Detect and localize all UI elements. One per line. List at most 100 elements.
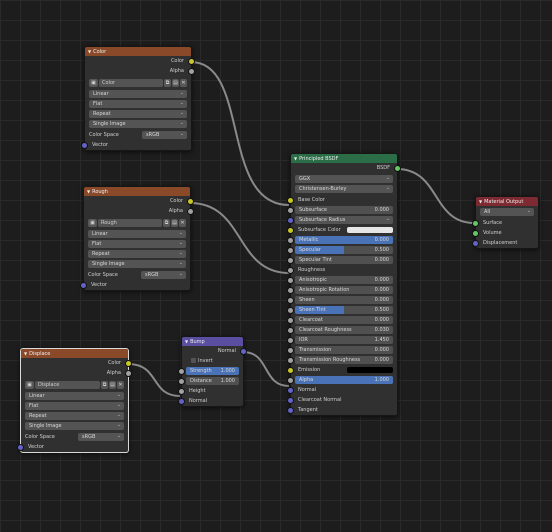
triangle-down-icon[interactable]: ▼ [24, 349, 27, 358]
distance-field[interactable]: Distance 1.000 [186, 377, 239, 385]
interpolation-dropdown[interactable]: Linear [25, 392, 124, 400]
metallic-slider[interactable]: Metallic 0.000 [295, 236, 393, 244]
node-header[interactable]: ▼ Color [85, 47, 191, 56]
input-socket-strength[interactable] [178, 368, 185, 375]
source-dropdown[interactable]: Single Image [88, 260, 186, 268]
input-socket-transmission[interactable] [287, 347, 294, 354]
input-socket-clearcoat[interactable] [287, 317, 294, 324]
image-texture-node-displace[interactable]: ▼ Displace Color Alpha ▣ Displace ⧉ ▤ ✕ L… [17, 348, 132, 453]
output-socket-normal[interactable] [240, 348, 247, 355]
image-name-field[interactable]: Color [99, 79, 163, 87]
subsurface-radius-dropdown[interactable]: Subsurface Radius [295, 216, 393, 224]
triangle-down-icon[interactable]: ▼ [87, 187, 90, 196]
node-header[interactable]: ▼ Material Output [476, 197, 538, 206]
input-socket-emission[interactable] [287, 367, 294, 374]
input-socket-specular[interactable] [287, 247, 294, 254]
input-socket-transmission-roughness[interactable] [287, 357, 294, 364]
subsurface-method-dropdown[interactable]: Christensen-Burley [295, 185, 393, 193]
transmission-field[interactable]: Transmission 0.000 [295, 346, 393, 354]
distribution-dropdown[interactable]: GGX [295, 175, 393, 183]
specular-slider[interactable]: Specular 0.500 [295, 246, 393, 254]
subsurface-color-swatch[interactable] [347, 227, 393, 233]
material-output-node[interactable]: ▼Material Output All Surface Volume Disp… [472, 196, 539, 249]
input-socket-sheen[interactable] [287, 297, 294, 304]
extension-dropdown[interactable]: Repeat [25, 412, 124, 420]
input-socket-subsurface-color[interactable] [287, 227, 294, 234]
input-socket-height[interactable] [178, 388, 185, 395]
input-socket-ior[interactable] [287, 337, 294, 344]
input-socket-subsurface-radius[interactable] [287, 217, 294, 224]
transmission-roughness-field[interactable]: Transmission Roughness 0.000 [295, 356, 393, 364]
color-space-dropdown[interactable]: sRGB [142, 131, 187, 139]
node-header[interactable]: ▼ Displace [21, 349, 128, 358]
folder-icon[interactable]: ▤ [109, 381, 116, 389]
output-socket-bsdf[interactable] [394, 165, 401, 172]
source-dropdown[interactable]: Single Image [89, 120, 187, 128]
input-socket-specular-tint[interactable] [287, 257, 294, 264]
node-header[interactable]: ▼ Bump [182, 337, 243, 346]
image-name-field[interactable]: Rough [98, 219, 162, 227]
triangle-down-icon[interactable]: ▼ [294, 154, 297, 163]
ior-field[interactable]: IOR 1.450 [295, 336, 393, 344]
output-socket-alpha[interactable] [187, 208, 194, 215]
duplicate-icon[interactable]: ⧉ [164, 79, 171, 87]
triangle-down-icon[interactable]: ▼ [185, 337, 188, 346]
close-icon[interactable]: ✕ [117, 381, 124, 389]
target-dropdown[interactable]: All [480, 208, 534, 216]
input-socket-subsurface[interactable] [287, 207, 294, 214]
input-socket-normal[interactable] [287, 387, 294, 394]
subsurface-field[interactable]: Subsurface 0.000 [295, 206, 393, 214]
image-name-field[interactable]: Displace [35, 381, 100, 389]
alpha-slider[interactable]: Alpha 1.000 [295, 376, 393, 384]
projection-dropdown[interactable]: Flat [89, 100, 187, 108]
input-socket-clearcoat-normal[interactable] [287, 397, 294, 404]
color-space-dropdown[interactable]: sRGB [141, 271, 186, 279]
input-socket-normal[interactable] [178, 398, 185, 405]
input-socket-vector[interactable] [17, 444, 24, 451]
emission-color-swatch[interactable] [347, 367, 393, 373]
clearcoat-roughness-field[interactable]: Clearcoat Roughness 0.030 [295, 326, 393, 334]
input-socket-surface[interactable] [472, 220, 479, 227]
input-socket-clearcoat-roughness[interactable] [287, 327, 294, 334]
input-socket-roughness[interactable] [287, 267, 294, 274]
checkbox-box[interactable] [191, 358, 196, 363]
interpolation-dropdown[interactable]: Linear [89, 90, 187, 98]
source-dropdown[interactable]: Single Image [25, 422, 124, 430]
input-socket-anisotropic[interactable] [287, 277, 294, 284]
interpolation-dropdown[interactable]: Linear [88, 230, 186, 238]
input-socket-tangent[interactable] [287, 407, 294, 414]
output-socket-color[interactable] [188, 58, 195, 65]
duplicate-icon[interactable]: ⧉ [163, 219, 170, 227]
color-space-dropdown[interactable]: sRGB [78, 433, 124, 441]
image-icon[interactable]: ▣ [88, 219, 97, 227]
output-socket-alpha[interactable] [188, 68, 195, 75]
input-socket-base-color[interactable] [287, 197, 294, 204]
input-socket-vector[interactable] [81, 142, 88, 149]
output-socket-color[interactable] [125, 360, 132, 367]
principled-bsdf-node[interactable]: ▼Principled BSDF BSDF GGX Christensen-Bu… [287, 153, 401, 416]
invert-checkbox[interactable]: Invert [182, 356, 243, 366]
bump-node[interactable]: ▼ Bump Normal Invert Strength 1.000 Distan… [178, 336, 247, 407]
input-socket-metallic[interactable] [287, 237, 294, 244]
image-icon[interactable]: ▣ [89, 79, 98, 87]
triangle-down-icon[interactable]: ▼ [88, 47, 91, 56]
specular-tint-field[interactable]: Specular Tint 0.000 [295, 256, 393, 264]
input-socket-sheen-tint[interactable] [287, 307, 294, 314]
folder-icon[interactable]: ▤ [171, 219, 178, 227]
output-socket-alpha[interactable] [125, 370, 132, 377]
sheen-tint-slider[interactable]: Sheen Tint 0.500 [295, 306, 393, 314]
input-socket-vector[interactable] [80, 282, 87, 289]
input-socket-alpha[interactable] [287, 377, 294, 384]
folder-icon[interactable]: ▤ [172, 79, 179, 87]
anisotropic-rotation-field[interactable]: Anisotropic Rotation 0.000 [295, 286, 393, 294]
output-socket-color[interactable] [187, 198, 194, 205]
extension-dropdown[interactable]: Repeat [89, 110, 187, 118]
strength-slider[interactable]: Strength 1.000 [186, 367, 239, 375]
input-socket-anisotropic-rotation[interactable] [287, 287, 294, 294]
anisotropic-field[interactable]: Anisotropic 0.000 [295, 276, 393, 284]
image-texture-node-color[interactable]: ▼ Color Color Alpha ▣ Color ⧉ ▤ ✕ Linear … [81, 46, 195, 151]
image-texture-node-rough[interactable]: ▼ Rough Color Alpha ▣ Rough ⧉ ▤ ✕ Linear … [80, 186, 194, 291]
input-socket-volume[interactable] [472, 230, 479, 237]
projection-dropdown[interactable]: Flat [25, 402, 124, 410]
node-header[interactable]: ▼ Principled BSDF [291, 154, 397, 163]
